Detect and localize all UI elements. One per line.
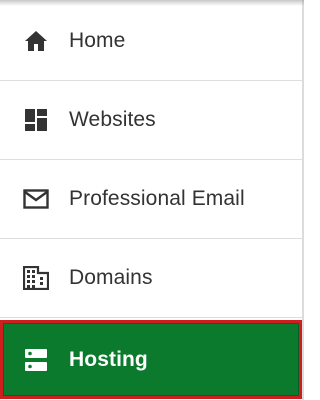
sidebar-item-home[interactable]: Home <box>0 2 302 81</box>
building-icon <box>23 265 49 291</box>
sidebar-item-professional-email[interactable]: Professional Email <box>0 160 302 239</box>
sidebar-item-label: Websites <box>69 108 156 131</box>
home-icon <box>23 28 49 54</box>
sidebar-item-label: Home <box>69 29 126 52</box>
dashboard-icon <box>23 107 49 133</box>
sidebar-item-label: Professional Email <box>69 187 245 210</box>
sidebar-nav: Home Websites Professional Email Domains… <box>0 0 304 400</box>
sidebar-item-hosting[interactable]: Hosting <box>0 320 302 399</box>
sidebar-item-domains[interactable]: Domains <box>0 239 302 318</box>
sidebar-item-label: Hosting <box>69 347 148 371</box>
mail-icon <box>23 186 49 212</box>
server-icon <box>23 347 49 373</box>
sidebar-item-websites[interactable]: Websites <box>0 81 302 160</box>
sidebar-item-label: Domains <box>69 266 153 289</box>
